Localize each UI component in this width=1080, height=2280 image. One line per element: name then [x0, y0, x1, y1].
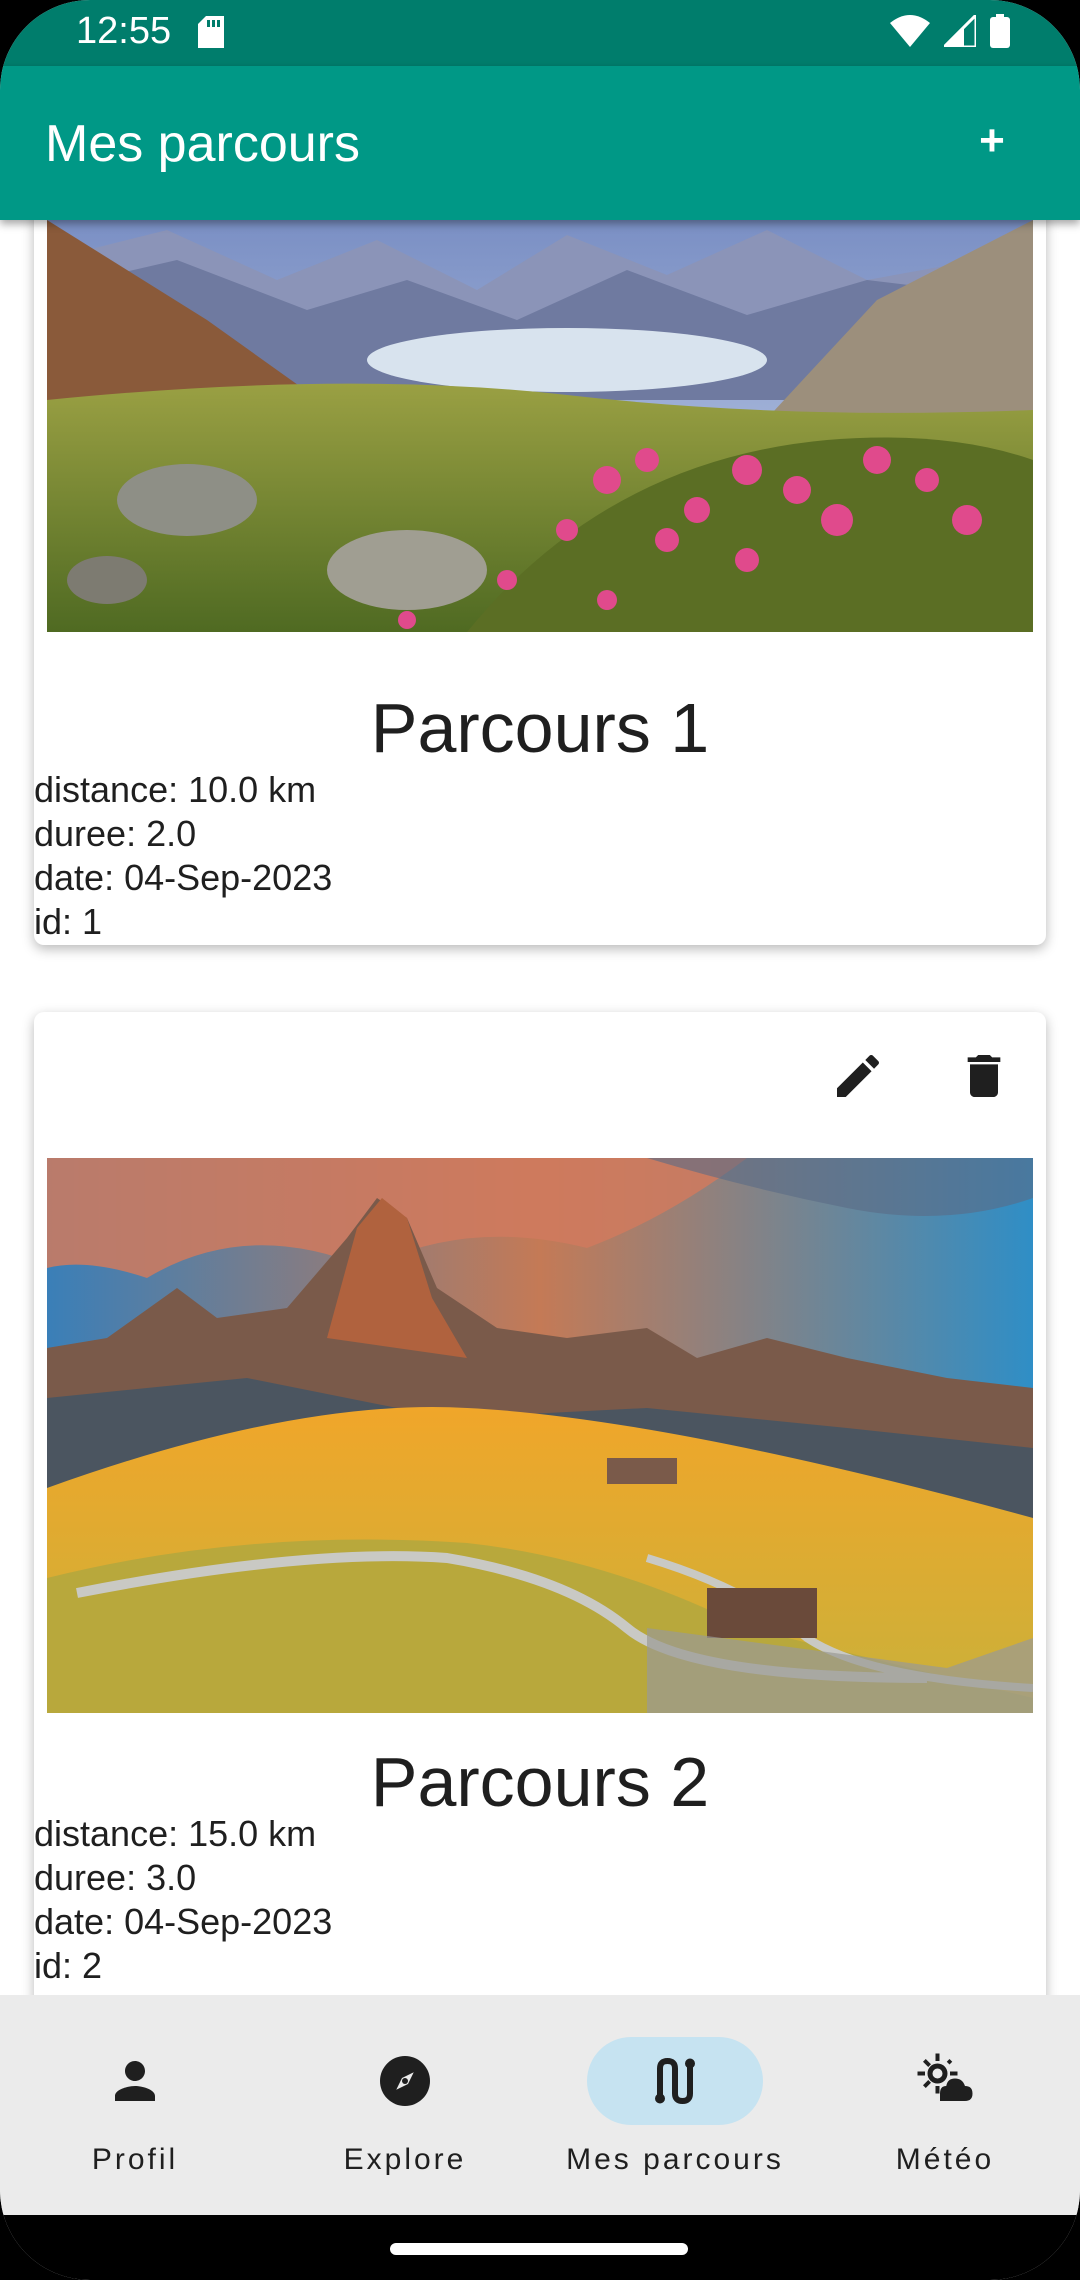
route-actions	[830, 1048, 1012, 1104]
route-date: date: 04-Sep-2023	[34, 857, 333, 898]
nav-item-mes-parcours[interactable]: Mes parcours	[540, 1995, 810, 2215]
route-duration: duree: 2.0	[34, 813, 197, 854]
status-bar: 12:55	[0, 0, 1080, 66]
nav-label: Mes parcours	[566, 2143, 784, 2176]
route-distance: distance: 10.0 km	[34, 769, 317, 810]
route-details: distance: 15.0 km duree: 3.0 date: 04-Se…	[34, 1812, 332, 1988]
phone-screen: 12:55 Mes parcours + Parcours 1 distance…	[0, 0, 1080, 2280]
route-name: Parcours 1	[370, 689, 710, 767]
wifi-icon	[890, 15, 930, 52]
route-card: Parcours 1 distance: 10.0 km duree: 2.0 …	[34, 220, 1046, 945]
route-card: Parcours 2 distance: 15.0 km duree: 3.0 …	[34, 1012, 1046, 1995]
nav-item-explore[interactable]: Explore	[270, 1995, 540, 2215]
app-bar: Mes parcours +	[0, 66, 1080, 220]
route-name: Parcours 2	[370, 1743, 710, 1821]
weather-icon	[915, 2051, 975, 2111]
route-id: id: 2	[34, 1945, 103, 1986]
route-photo	[47, 1158, 1033, 1713]
route-distance: distance: 15.0 km	[34, 1813, 317, 1854]
page-title: Mes parcours	[45, 115, 360, 173]
gesture-bar	[0, 2215, 1080, 2280]
nav-label: Profil	[91, 2143, 179, 2176]
route-photo	[47, 220, 1033, 632]
route-details: distance: 10.0 km duree: 2.0 date: 04-Se…	[34, 768, 332, 944]
route-date: date: 04-Sep-2023	[34, 1901, 333, 1942]
add-route-button[interactable]: +	[970, 116, 1014, 166]
route-list[interactable]: Parcours 1 distance: 10.0 km duree: 2.0 …	[0, 220, 1080, 1995]
nav-item-meteo[interactable]: Météo	[810, 1995, 1080, 2215]
person-icon	[105, 2051, 165, 2111]
route-duration: duree: 3.0	[34, 1857, 197, 1898]
route-icon	[645, 2051, 705, 2111]
delete-icon[interactable]	[956, 1048, 1012, 1104]
route-id: id: 1	[34, 901, 103, 942]
nav-label: Météo	[895, 2143, 995, 2176]
signal-icon	[940, 11, 978, 52]
bottom-navigation: Profil Explore Mes parcours Météo	[0, 1995, 1080, 2215]
sd-card-icon	[198, 16, 224, 53]
nav-label: Explore	[343, 2143, 467, 2176]
compass-icon	[375, 2051, 435, 2111]
home-indicator[interactable]	[390, 2243, 688, 2255]
edit-icon[interactable]	[830, 1048, 886, 1104]
status-icons	[890, 11, 1010, 53]
nav-item-profil[interactable]: Profil	[0, 1995, 270, 2215]
battery-icon	[990, 14, 1010, 53]
status-time: 12:55	[76, 10, 172, 52]
